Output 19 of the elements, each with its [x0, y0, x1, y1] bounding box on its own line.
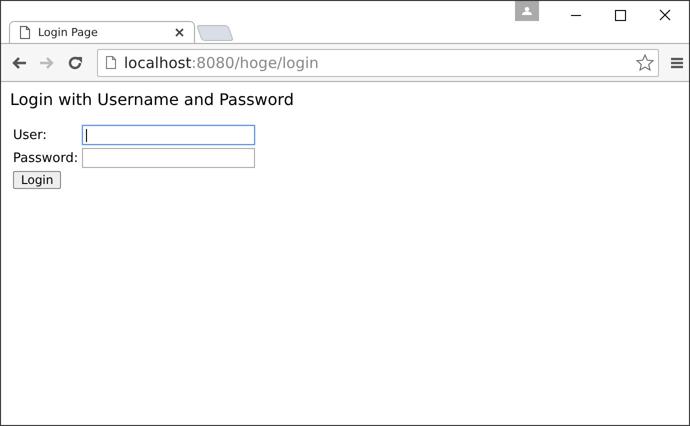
- input-field[interactable]: [82, 125, 256, 145]
- document-icon: [106, 56, 116, 69]
- menu-icon[interactable]: [671, 56, 683, 68]
- address-bar[interactable]: localhost:8080/hoge/login: [97, 48, 659, 76]
- field-label: Password:: [13, 150, 78, 166]
- url-text: localhost:8080/hoge/login: [124, 54, 320, 72]
- browser-tab[interactable]: Login Page: [9, 21, 195, 43]
- close-icon[interactable]: [659, 9, 671, 21]
- star-icon[interactable]: [636, 54, 654, 71]
- document-icon: [20, 26, 30, 39]
- maximize-icon[interactable]: [615, 10, 626, 20]
- tab-title: Login Page: [38, 26, 99, 39]
- page-heading: Login with Username and Password: [10, 90, 295, 109]
- back-arrow-icon[interactable]: [11, 56, 27, 70]
- close-icon[interactable]: [175, 28, 184, 37]
- field-label: User:: [13, 128, 48, 142]
- reload-icon[interactable]: [67, 54, 83, 70]
- login-button[interactable]: Login: [13, 171, 62, 189]
- input-field[interactable]: [82, 148, 256, 168]
